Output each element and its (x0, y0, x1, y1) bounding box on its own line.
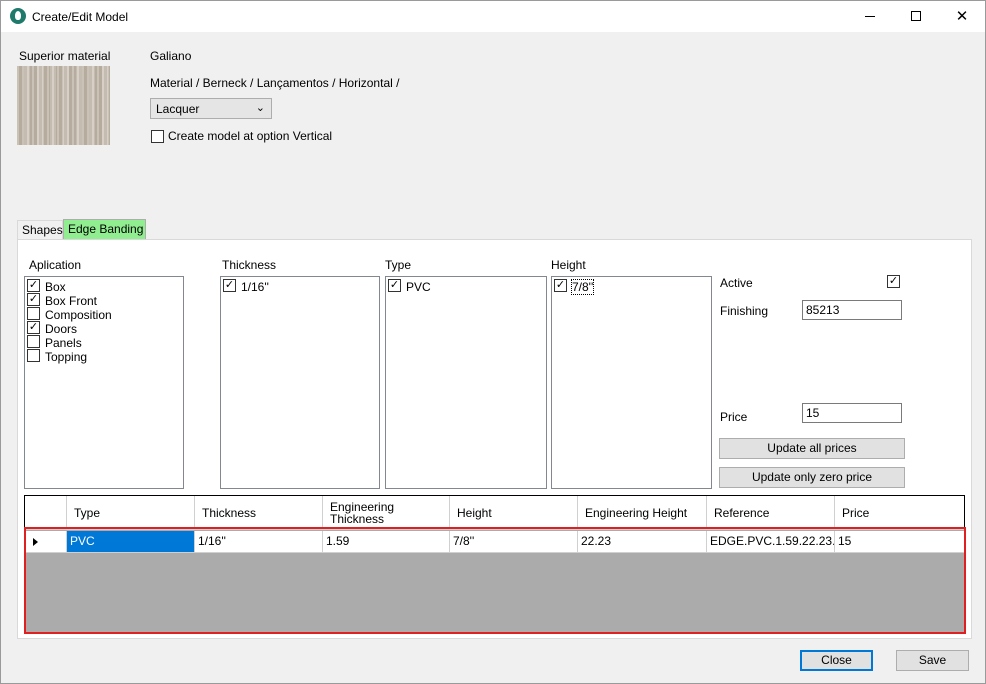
edge-banding-grid[interactable]: Type Thickness Engineering Thickness Hei… (24, 495, 965, 634)
list-item-height[interactable]: 7/8'' (554, 278, 595, 295)
column-header-eng-height[interactable]: Engineering Height (578, 496, 707, 530)
material-swatch-image (17, 66, 110, 145)
row-selector[interactable] (25, 531, 67, 552)
vertical-option-checkbox[interactable] (151, 130, 164, 143)
maximize-button[interactable] (893, 1, 939, 32)
thickness-label: Thickness (222, 258, 277, 272)
cell-reference[interactable]: EDGE.PVC.1.59.22.23.... (707, 531, 835, 552)
material-path: Material / Berneck / Lançamentos / Horiz… (150, 76, 400, 90)
height-label: Height (551, 258, 586, 272)
superior-material-label: Superior material (19, 49, 111, 63)
column-header-reference[interactable]: Reference (707, 496, 835, 530)
panels-checkbox[interactable] (27, 335, 40, 349)
type-label: Type (385, 258, 412, 272)
list-item-thickness[interactable]: 1/16'' (223, 279, 269, 294)
column-header-type[interactable]: Type (67, 496, 195, 530)
finishing-field[interactable]: 85213 (802, 300, 902, 320)
vertical-option-label: Create model at option Vertical (168, 129, 333, 143)
save-button[interactable]: Save (896, 650, 969, 671)
active-checkbox[interactable] (887, 275, 900, 288)
price-label: Price (720, 410, 748, 424)
list-item-panels[interactable]: Panels (27, 335, 82, 350)
title-bar: Create/Edit Model ✕ (1, 1, 985, 32)
finishing-label: Finishing (720, 304, 769, 318)
update-all-prices-button[interactable]: Update all prices (719, 438, 905, 459)
maximize-icon (911, 11, 921, 21)
cell-eng-height[interactable]: 22.23 (578, 531, 707, 552)
height-list[interactable]: 7/8'' (551, 276, 712, 489)
table-row[interactable]: PVC 1/16'' 1.59 7/8'' 22.23 EDGE.PVC.1.5… (25, 531, 964, 553)
row-header-corner (25, 496, 67, 530)
minimize-button[interactable] (847, 1, 893, 32)
cell-height[interactable]: 7/8'' (450, 531, 578, 552)
active-label: Active (720, 276, 753, 290)
application-label: Aplication (29, 258, 82, 272)
cell-thickness[interactable]: 1/16'' (195, 531, 323, 552)
box-front-checkbox[interactable] (27, 293, 40, 307)
list-item-box[interactable]: Box (27, 279, 66, 294)
column-header-height[interactable]: Height (450, 496, 578, 530)
cell-eng-thickness[interactable]: 1.59 (323, 531, 450, 552)
chevron-down-icon: ⌄ (255, 102, 265, 114)
column-header-price[interactable]: Price (835, 496, 964, 530)
list-item-box-front[interactable]: Box Front (27, 293, 97, 308)
current-row-arrow-icon (33, 538, 38, 546)
update-zero-price-button[interactable]: Update only zero price (719, 467, 905, 488)
column-header-thickness[interactable]: Thickness (195, 496, 323, 530)
doors-checkbox[interactable] (27, 321, 40, 335)
box-checkbox[interactable] (27, 279, 40, 293)
tab-edge-banding[interactable]: Edge Banding (63, 219, 146, 240)
list-item-topping[interactable]: Topping (27, 349, 87, 364)
topping-checkbox[interactable] (27, 349, 40, 363)
cell-price[interactable]: 15 (835, 531, 964, 552)
price-field[interactable]: 15 (802, 403, 902, 423)
application-list[interactable]: Box Box Front Composition Doors Panels T… (24, 276, 184, 489)
close-button[interactable]: Close (800, 650, 873, 671)
tab-shapes[interactable]: Shapes (17, 220, 63, 239)
thickness-list[interactable]: 1/16'' (220, 276, 380, 489)
app-logo-icon (10, 8, 26, 24)
thickness-checkbox[interactable] (223, 279, 236, 293)
composition-checkbox[interactable] (27, 307, 40, 321)
minimize-icon (865, 16, 875, 17)
type-checkbox[interactable] (388, 279, 401, 293)
list-item-doors[interactable]: Doors (27, 321, 77, 336)
finish-select[interactable]: Lacquer ⌄ (150, 98, 272, 119)
type-list[interactable]: PVC (385, 276, 547, 489)
list-item-type[interactable]: PVC (388, 279, 431, 294)
material-name: Galiano (150, 49, 192, 63)
column-header-eng-thickness[interactable]: Engineering Thickness (323, 496, 450, 530)
close-icon: ✕ (955, 8, 969, 25)
height-checkbox[interactable] (554, 279, 567, 293)
create-edit-model-window: Create/Edit Model ✕ Superior material Ga… (0, 0, 986, 684)
close-window-button[interactable]: ✕ (939, 1, 985, 32)
list-item-composition[interactable]: Composition (27, 307, 112, 322)
cell-type[interactable]: PVC (67, 531, 195, 552)
grid-header: Type Thickness Engineering Thickness Hei… (25, 496, 964, 530)
window-title: Create/Edit Model (32, 10, 129, 24)
finish-select-value: Lacquer (156, 102, 200, 116)
